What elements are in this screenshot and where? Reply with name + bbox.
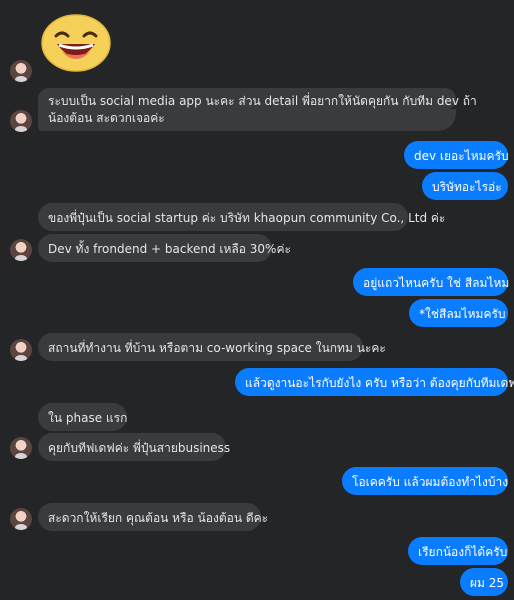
message-bubble-outgoing[interactable]: ผม 25 — [460, 568, 508, 596]
contact-avatar[interactable] — [10, 437, 32, 459]
message-bubble-outgoing[interactable]: บริษัทอะไรอ่ะ — [422, 172, 508, 200]
message-bubble-outgoing[interactable]: dev เยอะไหมครับ — [404, 141, 509, 169]
message-bubble-outgoing[interactable]: โอเคครับ แล้วผมต้องทำไงบ้าง — [342, 467, 508, 495]
message-bubble-incoming[interactable]: Dev ทั้ง frondend + backend เหลือ 30%ค่ะ — [38, 234, 291, 262]
message-bubble-outgoing[interactable]: เรียกน้องก็ได้ครับ — [408, 537, 508, 565]
message-bubble-incoming[interactable]: สะดวกให้เรียก คุณต้อน หรือ น้องต้อน ดีคะ — [38, 503, 268, 531]
message-bubble-incoming[interactable]: ระบบเป็น social media app นะคะ ส่วน deta… — [38, 88, 477, 110]
contact-avatar[interactable] — [10, 339, 32, 361]
contact-avatar[interactable] — [10, 508, 32, 530]
contact-avatar[interactable] — [10, 60, 32, 82]
message-bubble-outgoing[interactable]: อยู่แถวไหนครับ ใช่ สีลมไหม — [353, 268, 509, 296]
message-bubble-outgoing[interactable]: *ใช่สีลมไหมครับ — [409, 299, 508, 327]
laughing-face-icon[interactable] — [40, 12, 112, 72]
message-bubble-outgoing[interactable]: แล้วดูงานอะไรกับยังไง ครับ หรือว่า ต้องค… — [235, 368, 514, 396]
message-bubble-incoming[interactable]: คุยกับทีฟเดฟค่ะ พี่ปุ๋นสายbusiness — [38, 433, 230, 461]
message-bubble-incoming[interactable]: สถานที่ทำงาน ที่บ้าน หรือตาม co-working … — [38, 333, 386, 361]
message-bubble-incoming[interactable]: ของพี่ปุ๋นเป็น social startup ค่ะ บริษัท… — [38, 203, 445, 231]
contact-avatar[interactable] — [10, 110, 32, 132]
message-bubble-incoming[interactable]: น้องต้อน สะดวกเจอค่ะ — [38, 109, 456, 131]
message-bubble-incoming[interactable]: ใน phase แรก — [38, 403, 127, 431]
contact-avatar[interactable] — [10, 239, 32, 261]
